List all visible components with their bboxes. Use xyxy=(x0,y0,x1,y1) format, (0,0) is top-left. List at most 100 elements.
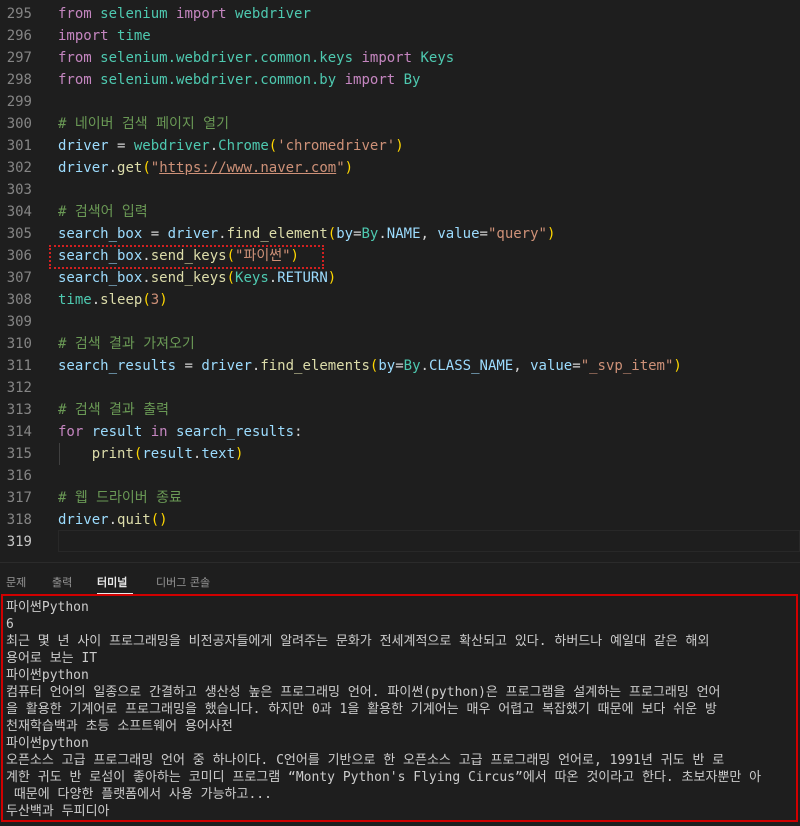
code-line[interactable]: 297 from selenium.webdriver.common.keys i… xyxy=(0,47,800,69)
code-text: # 네이버 검색 페이지 열기 xyxy=(58,113,229,135)
code-token: ) xyxy=(235,446,244,462)
code-token: . xyxy=(268,270,278,286)
code-line[interactable]: 303 xyxy=(0,179,800,201)
annotation-highlight-box xyxy=(49,245,324,269)
code-line[interactable]: 298 from selenium.webdriver.common.by imp… xyxy=(0,69,800,91)
code-token: . xyxy=(91,292,101,308)
line-number: 312 xyxy=(6,380,32,396)
code-text: driver.get("https://www.naver.com") xyxy=(58,157,353,179)
code-token: . xyxy=(108,512,118,528)
code-token: CLASS_NAME xyxy=(428,358,514,374)
code-line[interactable]: 308 time.sleep(3) xyxy=(0,289,800,311)
code-token: for xyxy=(58,424,84,440)
code-line[interactable]: 312 xyxy=(0,377,800,399)
code-text: from selenium.webdriver.common.keys impo… xyxy=(58,47,454,69)
code-token: . xyxy=(142,270,151,286)
line-number: 315 xyxy=(6,446,32,462)
code-token: value xyxy=(530,358,573,374)
code-line[interactable]: 305 search_box = driver.find_element(by=B… xyxy=(0,223,800,245)
code-line[interactable]: 300 # 네이버 검색 페이지 열기 xyxy=(0,113,800,135)
code-token: = xyxy=(572,358,581,374)
code-token: import xyxy=(176,6,227,22)
tab-output[interactable]: 출력 xyxy=(52,574,72,590)
line-number: 306 xyxy=(6,248,32,264)
code-text: print(result.text) xyxy=(58,443,244,465)
line-number: 305 xyxy=(6,226,32,242)
code-token: driver xyxy=(58,160,109,176)
line-number: 299 xyxy=(6,94,32,110)
code-token: import xyxy=(344,72,396,88)
code-line[interactable]: 318 driver.quit() xyxy=(0,509,800,531)
code-token: , xyxy=(420,226,438,242)
code-token: By xyxy=(403,358,421,374)
code-token: . xyxy=(420,358,429,374)
code-line[interactable]: 315 print(result.text) xyxy=(0,443,800,465)
code-token: = xyxy=(353,226,362,242)
line-number: 295 xyxy=(6,6,32,22)
code-line[interactable]: 309 xyxy=(0,311,800,333)
code-token: = xyxy=(176,358,202,374)
code-token: . xyxy=(108,160,118,176)
code-token: "query" xyxy=(487,226,547,242)
tab-problems[interactable]: 문제 xyxy=(6,574,26,590)
code-line[interactable]: 307 search_box.send_keys(Keys.RETURN) xyxy=(0,267,800,289)
code-editor[interactable]: 295 from selenium import webdriver 296 impo… xyxy=(0,0,800,560)
code-token: # 검색어 입력 xyxy=(58,204,148,220)
code-token: find_element xyxy=(226,226,328,242)
code-line[interactable]: 302 driver.get("https://www.naver.com") xyxy=(0,157,800,179)
code-token: https://www.naver.com xyxy=(159,160,337,176)
code-line[interactable]: 311 search_results = driver. find_elements… xyxy=(0,355,800,377)
code-token: ) xyxy=(546,226,556,242)
code-line[interactable]: 317 # 웹 드라이버 종료 xyxy=(0,487,800,509)
code-token: = xyxy=(142,226,168,242)
code-token: . xyxy=(209,138,219,154)
tab-debug-console[interactable]: 디버그 콘솔 xyxy=(156,574,210,590)
code-token: send_keys xyxy=(150,270,227,286)
code-line[interactable]: 314 for result in search_results: xyxy=(0,421,800,443)
line-number: 314 xyxy=(6,424,32,440)
indent-guide xyxy=(59,443,60,465)
code-token: text xyxy=(201,446,236,462)
line-number: 317 xyxy=(6,490,32,506)
line-number: 319 xyxy=(6,534,32,550)
code-token: # 검색 결과 가져오기 xyxy=(58,336,195,352)
code-token: 'chromedriver' xyxy=(277,138,396,154)
line-number: 309 xyxy=(6,314,32,330)
code-text: driver.quit() xyxy=(58,509,168,531)
code-token: # 검색 결과 출력 xyxy=(58,402,169,418)
code-token: , xyxy=(513,358,531,374)
code-token: import xyxy=(361,50,413,66)
code-line[interactable]: 296 import time xyxy=(0,25,800,47)
code-token: # 웹 드라이버 종료 xyxy=(58,490,182,506)
code-line[interactable]: 304 # 검색어 입력 xyxy=(0,201,800,223)
line-number: 296 xyxy=(6,28,32,44)
line-number: 313 xyxy=(6,402,32,418)
code-line[interactable]: 310 # 검색 결과 가져오기 xyxy=(0,333,800,355)
code-line[interactable]: 295 from selenium import webdriver xyxy=(0,3,800,25)
code-line[interactable]: 299 xyxy=(0,91,800,113)
tab-terminal[interactable]: 터미널 xyxy=(97,574,127,590)
code-token: 3 xyxy=(150,292,160,308)
code-token: ) xyxy=(344,160,354,176)
code-text: # 검색 결과 출력 xyxy=(58,399,169,421)
code-token: Chrome xyxy=(218,138,269,154)
code-token: webdriver xyxy=(235,6,311,22)
code-token: Keys xyxy=(420,50,455,66)
code-line[interactable]: 301 driver = webdriver.Chrome('chromedriv… xyxy=(0,135,800,157)
code-line[interactable]: 316 xyxy=(0,465,800,487)
code-token: # 네이버 검색 페이지 열기 xyxy=(58,116,229,132)
code-line[interactable]: 313 # 검색 결과 출력 xyxy=(0,399,800,421)
code-token: webdriver xyxy=(133,138,210,154)
code-text: driver = webdriver.Chrome('chromedriver'… xyxy=(58,135,404,157)
code-token: = xyxy=(395,358,404,374)
code-token: by xyxy=(378,358,396,374)
code-token: selenium.webdriver.common.keys xyxy=(100,50,354,66)
line-number: 316 xyxy=(6,468,32,484)
